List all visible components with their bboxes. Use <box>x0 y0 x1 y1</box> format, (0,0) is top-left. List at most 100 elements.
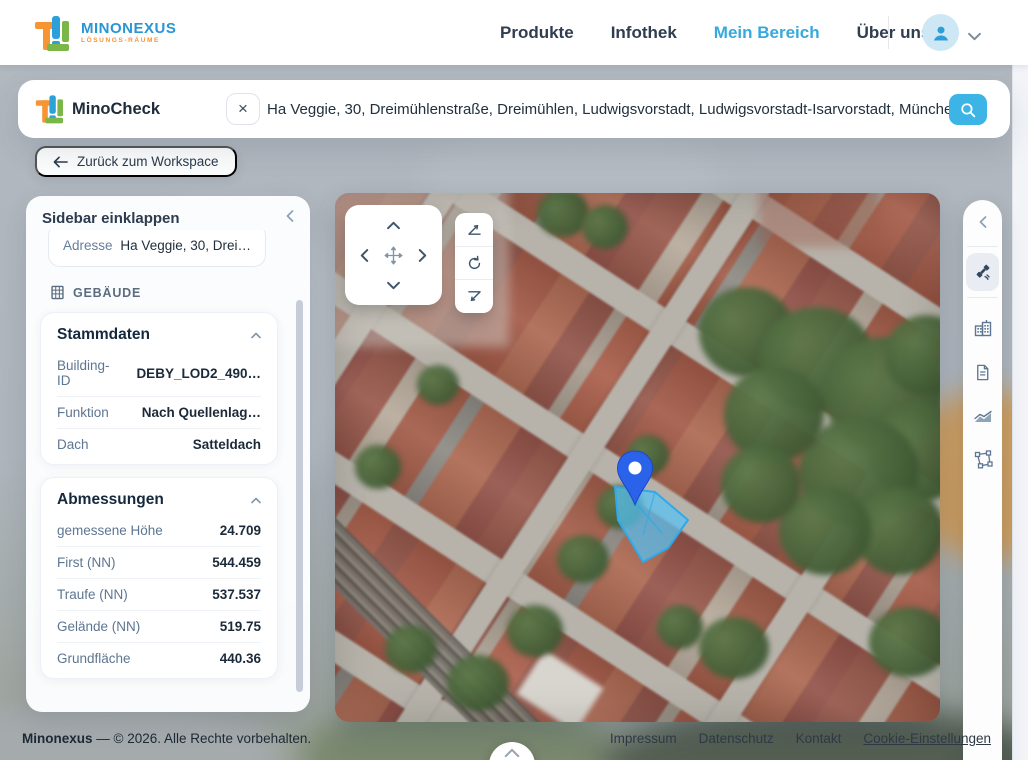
sidebar-content: Adresse Ha Veggie, 30, Drei… GEBÄUDE Sta… <box>26 230 296 712</box>
pan-up-button[interactable] <box>383 215 403 235</box>
user-avatar[interactable] <box>922 14 959 51</box>
sidebar-scrollbar[interactable] <box>296 300 303 692</box>
brand-tagline: LÖSUNGS-RÄUME <box>81 37 176 44</box>
minonexus-logo-icon <box>35 13 73 53</box>
polygon-select-button[interactable] <box>963 438 1002 482</box>
row-label: Building-ID <box>57 358 123 388</box>
buildings-icon <box>973 318 993 338</box>
row-value: 24.709 <box>220 523 261 538</box>
satellite-view-button[interactable] <box>966 253 999 291</box>
data-row-building-id: Building-ID DEBY_LOD2_490… <box>57 350 261 397</box>
nav-link-ueber-uns[interactable]: Über uns <box>857 23 931 43</box>
row-label: First (NN) <box>57 555 115 570</box>
data-row-first: First (NN) 544.459 <box>57 547 261 579</box>
magnifier-icon <box>960 102 976 118</box>
nav-link-infothek[interactable]: Infothek <box>611 23 677 43</box>
row-value: Satteldach <box>193 437 261 452</box>
stammdaten-card: Stammdaten Building-ID DEBY_LOD2_490… Fu… <box>40 312 278 465</box>
selected-building-marker[interactable] <box>600 445 710 578</box>
row-label: Traufe (NN) <box>57 587 128 602</box>
user-menu-chevron-down-icon[interactable] <box>968 28 981 46</box>
buildings-layer-button[interactable] <box>963 306 1002 350</box>
row-value: 544.459 <box>212 555 261 570</box>
address-card: Adresse Ha Veggie, 30, Drei… <box>48 230 266 267</box>
building-sidebar: Sidebar einklappen Adresse Ha Veggie, 30… <box>26 196 310 712</box>
footer-link-datenschutz[interactable]: Datenschutz <box>699 731 774 746</box>
footer-copyright-text: — © 2026. Alle Rechte vorbehalten. <box>96 731 311 746</box>
abmessungen-collapse-toggle[interactable]: Abmessungen <box>57 491 261 515</box>
stammdaten-collapse-toggle[interactable]: Stammdaten <box>57 326 261 350</box>
brand-name: MINONEXUS <box>81 21 176 37</box>
chevron-left-icon <box>979 216 987 228</box>
satellite-icon <box>973 262 993 282</box>
fab-icon <box>504 748 520 758</box>
main-nav: Produkte Infothek Mein Bereich Über uns <box>500 0 930 65</box>
nav-link-produkte[interactable]: Produkte <box>500 23 574 43</box>
angle-icon <box>466 221 483 238</box>
user-icon <box>931 23 951 43</box>
data-row-grundflaeche: Grundfläche 440.36 <box>57 643 261 674</box>
document-button[interactable] <box>963 350 1002 394</box>
page-scrollbar[interactable] <box>1012 0 1028 760</box>
footer-brand: Minonexus <box>22 731 93 746</box>
nav-link-mein-bereich[interactable]: Mein Bereich <box>714 23 820 43</box>
pan-center-icon[interactable] <box>383 245 403 265</box>
app-title: MinoCheck <box>72 100 168 119</box>
data-row-funktion: Funktion Nach Quellenlag… <box>57 397 261 429</box>
row-label: gemessene Höhe <box>57 523 163 538</box>
navbar: MINONEXUS LÖSUNGS-RÄUME Produkte Infothe… <box>0 0 1028 65</box>
rotate-icon <box>466 255 483 272</box>
minocheck-logo-icon <box>36 93 66 125</box>
abmessungen-card: Abmessungen gemessene Höhe 24.709 First … <box>40 477 278 679</box>
building-footprint-highlight <box>615 487 688 562</box>
area-chart-icon <box>973 406 993 426</box>
brand-logo[interactable]: MINONEXUS LÖSUNGS-RÄUME <box>35 13 176 53</box>
section-title: GEBÄUDE <box>73 286 141 300</box>
pan-down-button[interactable] <box>383 275 403 295</box>
terrain-chart-button[interactable] <box>963 394 1002 438</box>
sidebar-collapse-button[interactable] <box>286 209 294 227</box>
row-value: 519.75 <box>220 619 261 634</box>
close-icon: × <box>238 99 248 119</box>
copyright: Minonexus — © 2026. Alle Rechte vorbehal… <box>22 731 311 746</box>
row-value: 537.537 <box>212 587 261 602</box>
document-icon <box>973 363 992 382</box>
address-label: Adresse <box>63 238 113 253</box>
data-row-hoehe: gemessene Höhe 24.709 <box>57 515 261 547</box>
clear-search-button[interactable]: × <box>226 93 260 125</box>
minocheck-search-bar: MinoCheck × Ha Veggie, 30, Dreimühlenstr… <box>18 80 1010 138</box>
row-label: Gelände (NN) <box>57 619 140 634</box>
pan-right-button[interactable] <box>412 245 432 265</box>
search-input[interactable]: Ha Veggie, 30, Dreimühlenstraße, Dreimüh… <box>267 101 967 118</box>
map-pan-control <box>345 205 442 305</box>
footer: Minonexus — © 2026. Alle Rechte vorbehal… <box>0 731 1012 746</box>
chevron-up-icon <box>251 332 261 339</box>
nav-divider <box>888 16 889 49</box>
data-row-gelaende: Gelände (NN) 519.75 <box>57 611 261 643</box>
collapse-panel-button[interactable] <box>963 200 1002 244</box>
toolbar-divider <box>967 246 998 247</box>
back-to-workspace-button[interactable]: Zurück zum Workspace <box>35 146 237 177</box>
angle-alt-icon <box>466 288 483 305</box>
footer-link-kontakt[interactable]: Kontakt <box>796 731 842 746</box>
row-value: 440.36 <box>220 651 261 666</box>
footer-link-impressum[interactable]: Impressum <box>610 731 677 746</box>
arrow-left-icon <box>53 156 68 168</box>
toolbar-divider <box>967 297 998 298</box>
back-button-label: Zurück zum Workspace <box>77 154 219 169</box>
rotate-reset-button[interactable] <box>455 246 493 280</box>
chevron-up-icon <box>251 497 261 504</box>
search-button[interactable] <box>949 94 987 125</box>
row-label: Grundfläche <box>57 651 131 666</box>
satellite-map[interactable] <box>335 193 940 722</box>
map-layers-toolbar <box>963 200 1002 760</box>
footer-link-cookie-einstellungen[interactable]: Cookie-Einstellungen <box>863 731 991 746</box>
data-row-dach: Dach Satteldach <box>57 429 261 460</box>
sidebar-collapse-label: Sidebar einklappen <box>42 210 180 227</box>
row-label: Funktion <box>57 405 109 420</box>
card-title: Stammdaten <box>57 326 150 344</box>
row-value: DEBY_LOD2_490… <box>136 366 261 381</box>
angle-measure-alt-button[interactable] <box>455 279 493 313</box>
pan-left-button[interactable] <box>354 245 374 265</box>
angle-measure-button[interactable] <box>455 213 493 246</box>
